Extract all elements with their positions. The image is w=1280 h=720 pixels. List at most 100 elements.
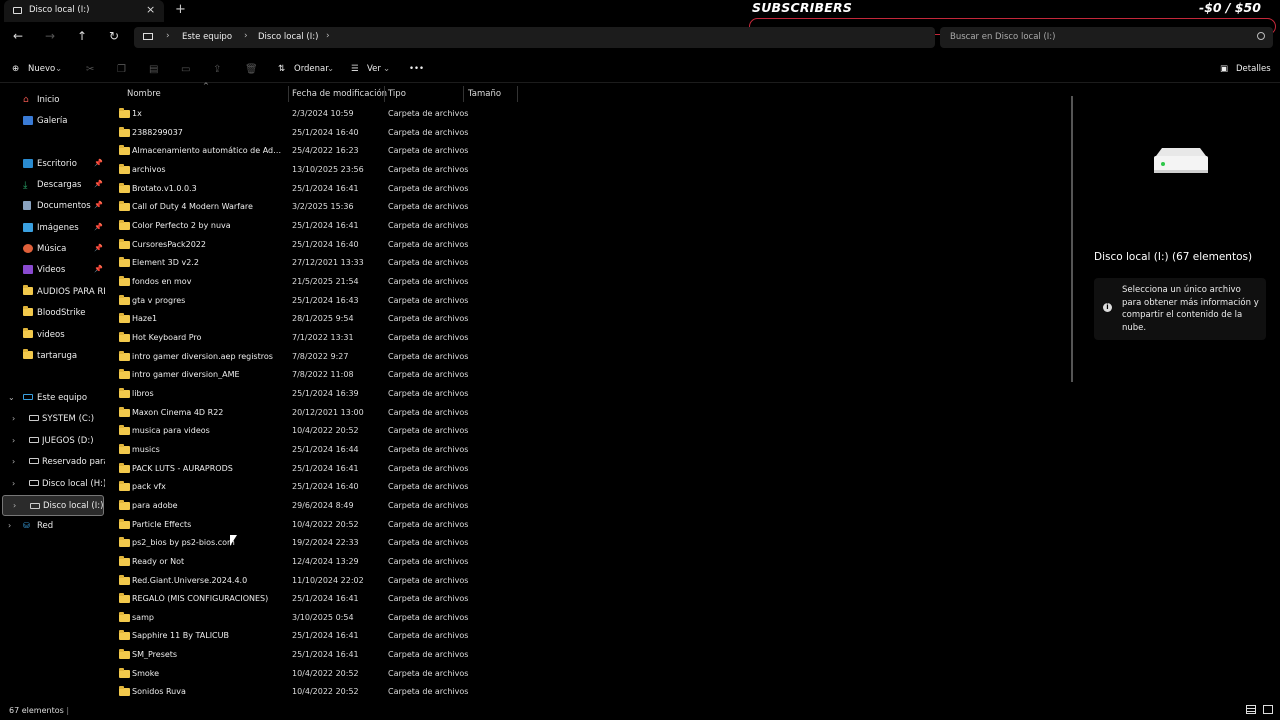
file-row[interactable]: Sapphire 11 By TALICUB 25/1/2024 16:41 Car…: [107, 627, 477, 645]
tree-item-disco-h[interactable]: › Disco local (H:): [0, 475, 105, 493]
column-divider[interactable]: [517, 86, 518, 102]
column-header-modified[interactable]: Fecha de modificación: [292, 89, 387, 99]
pin-icon[interactable]: 📌: [94, 159, 103, 167]
file-name: Hot Keyboard Pro: [132, 332, 202, 342]
rename-icon[interactable]: ▭: [181, 64, 191, 75]
details-view-icon[interactable]: [1246, 705, 1256, 714]
column-header-type[interactable]: Tipo: [388, 89, 406, 99]
file-row[interactable]: Call of Duty 4 Modern Warfare 3/2/2025 15…: [107, 198, 477, 216]
refresh-icon[interactable]: ↻: [106, 29, 122, 43]
file-row[interactable]: ps2_bios by ps2-bios.com 19/2/2024 22:33 C…: [107, 534, 477, 552]
tree-item-red[interactable]: › ⛁ Red: [0, 517, 105, 535]
file-row[interactable]: Element 3D v2.2 27/12/2021 13:33 Carpeta d…: [107, 254, 477, 272]
file-row[interactable]: Hot Keyboard Pro 7/1/2022 13:31 Carpeta de…: [107, 329, 477, 347]
chevron-right-icon[interactable]: ›: [12, 457, 15, 466]
column-header-size[interactable]: Tamaño: [468, 89, 501, 99]
sidebar-item-galeria[interactable]: Galería: [0, 112, 105, 130]
file-row[interactable]: musics 25/1/2024 16:44 Carpeta de archivos: [107, 441, 477, 459]
pin-icon[interactable]: 📌: [94, 180, 103, 188]
forward-icon[interactable]: →: [42, 29, 58, 43]
file-row[interactable]: Particle Effects 10/4/2022 20:52 Carpeta d…: [107, 516, 477, 534]
more-options-button[interactable]: •••: [409, 64, 424, 74]
file-row[interactable]: CursoresPack2022 25/1/2024 16:40 Carpeta d…: [107, 236, 477, 254]
file-row[interactable]: samp 3/10/2025 0:54 Carpeta de archivos: [107, 609, 477, 627]
tree-item-system-c[interactable]: › SYSTEM (C:): [0, 410, 105, 428]
file-row[interactable]: Ready or Not 12/4/2024 13:29 Carpeta de ar…: [107, 553, 477, 571]
file-row[interactable]: Almacenamiento automático de Adobe ... 25…: [107, 142, 477, 160]
sidebar-item-tartaruga[interactable]: tartaruga: [0, 347, 105, 365]
up-icon[interactable]: ↑: [74, 29, 90, 43]
pin-icon[interactable]: 📌: [94, 244, 103, 252]
file-row[interactable]: pack vfx 25/1/2024 16:40 Carpeta de archiv…: [107, 478, 477, 496]
details-button[interactable]: Detalles: [1236, 64, 1271, 74]
sidebar-item-documentos[interactable]: Documentos 📌: [0, 197, 105, 215]
file-row[interactable]: archivos 13/10/2025 23:56 Carpeta de archi…: [107, 161, 477, 179]
file-row[interactable]: Brotato.v1.0.0.3 25/1/2024 16:41 Carpeta d…: [107, 180, 477, 198]
file-row[interactable]: Color Perfecto 2 by nuva 25/1/2024 16:41 C…: [107, 217, 477, 235]
column-divider[interactable]: [384, 86, 385, 102]
tree-item-juegos-d[interactable]: › JUEGOS (D:): [0, 432, 105, 450]
copy-icon[interactable]: ❐: [117, 64, 127, 75]
back-icon[interactable]: ←: [10, 29, 26, 43]
column-divider[interactable]: [288, 86, 289, 102]
chevron-right-icon[interactable]: ›: [12, 436, 15, 445]
sidebar-item-videos-folder[interactable]: videos: [0, 326, 105, 344]
search-input[interactable]: Buscar en Disco local (I:): [940, 27, 1273, 48]
file-row[interactable]: gta v progres 25/1/2024 16:43 Carpeta de a…: [107, 292, 477, 310]
file-row[interactable]: PACK LUTS - AURAPRODS 25/1/2024 16:41 Carp…: [107, 460, 477, 478]
breadcrumb-este-equipo[interactable]: Este equipo: [182, 32, 232, 42]
chevron-right-icon[interactable]: ›: [8, 521, 11, 530]
chevron-right-icon[interactable]: ›: [326, 31, 330, 41]
file-row[interactable]: libros 25/1/2024 16:39 Carpeta de archivos: [107, 385, 477, 403]
new-button[interactable]: Nuevo: [28, 64, 55, 74]
sidebar-item-imagenes[interactable]: Imágenes 📌: [0, 219, 105, 237]
share-icon[interactable]: ⇪: [213, 64, 223, 75]
pin-icon[interactable]: 📌: [94, 223, 103, 231]
file-row[interactable]: musica para videos 10/4/2022 20:52 Carpeta…: [107, 422, 477, 440]
tree-item-disco-i[interactable]: › Disco local (I:): [2, 495, 104, 516]
column-divider[interactable]: [463, 86, 464, 102]
new-tab-button[interactable]: +: [175, 2, 186, 17]
file-row[interactable]: intro gamer diversion.aep registros 7/8/2…: [107, 348, 477, 366]
file-row[interactable]: fondos en mov 21/5/2025 21:54 Carpeta de a…: [107, 273, 477, 291]
chevron-right-icon[interactable]: ›: [12, 479, 15, 488]
sidebar-item-musica[interactable]: Música 📌: [0, 240, 105, 258]
file-row[interactable]: 2388299037 25/1/2024 16:40 Carpeta de arch…: [107, 124, 477, 142]
tab-disco-local[interactable]: Disco local (I:) ×: [4, 0, 164, 22]
sidebar-item-inicio[interactable]: ⌂ Inicio: [0, 91, 105, 109]
file-row[interactable]: Haze1 28/1/2025 9:54 Carpeta de archivos: [107, 310, 477, 328]
column-header-name[interactable]: Nombre: [127, 89, 161, 99]
file-row[interactable]: SM_Presets 25/1/2024 16:41 Carpeta de arch…: [107, 646, 477, 664]
scrollbar[interactable]: [1071, 96, 1073, 382]
delete-icon[interactable]: 🗑: [245, 64, 258, 75]
file-row[interactable]: Maxon Cinema 4D R22 20/12/2021 13:00 Carpe…: [107, 404, 477, 422]
tree-item-este-equipo[interactable]: ⌄ Este equipo: [0, 389, 105, 407]
paste-icon[interactable]: ▤: [149, 64, 159, 75]
documents-icon: [23, 201, 31, 210]
file-row[interactable]: intro gamer diversion_AME 7/8/2022 11:08 C…: [107, 366, 477, 384]
breadcrumb-disco-local[interactable]: Disco local (I:): [258, 32, 318, 42]
file-row[interactable]: para adobe 29/6/2024 8:49 Carpeta de archi…: [107, 497, 477, 515]
address-bar[interactable]: › Este equipo › Disco local (I:) ›: [134, 27, 935, 48]
pin-icon[interactable]: 📌: [94, 265, 103, 273]
file-row[interactable]: REGALÓ (MIS CONFIGURACIONES) 25/1/2024 16…: [107, 590, 477, 608]
chevron-right-icon[interactable]: ›: [13, 501, 16, 510]
view-button[interactable]: Ver: [367, 64, 381, 74]
sidebar-item-bloodstrike[interactable]: BloodStrike: [0, 304, 105, 322]
chevron-right-icon[interactable]: ›: [12, 414, 15, 423]
file-row[interactable]: 1x 2/3/2024 10:59 Carpeta de archivos: [107, 105, 477, 123]
file-row[interactable]: Red.Giant.Universe.2024.4.0 11/10/2024 22…: [107, 572, 477, 590]
sidebar-item-descargas[interactable]: ⤓ Descargas 📌: [0, 176, 105, 194]
chevron-down-icon[interactable]: ⌄: [8, 393, 15, 402]
sidebar-item-videos[interactable]: Videos 📌: [0, 261, 105, 279]
file-row[interactable]: Sonidos Ruva 10/4/2022 20:52 Carpeta de ar…: [107, 683, 477, 701]
tree-item-reservado[interactable]: › Reservado para el: [0, 453, 105, 471]
tiles-view-icon[interactable]: [1262, 705, 1273, 714]
pin-icon[interactable]: 📌: [94, 201, 103, 209]
sidebar-item-escritorio[interactable]: Escritorio 📌: [0, 155, 105, 173]
sidebar-item-audios[interactable]: AUDIOS PARA RECI: [0, 283, 105, 301]
file-row[interactable]: Smoke 10/4/2022 20:52 Carpeta de archivos: [107, 665, 477, 683]
cut-icon[interactable]: ✂: [86, 64, 96, 75]
close-tab-icon[interactable]: ×: [146, 3, 155, 16]
sort-button[interactable]: Ordenar: [294, 64, 329, 74]
